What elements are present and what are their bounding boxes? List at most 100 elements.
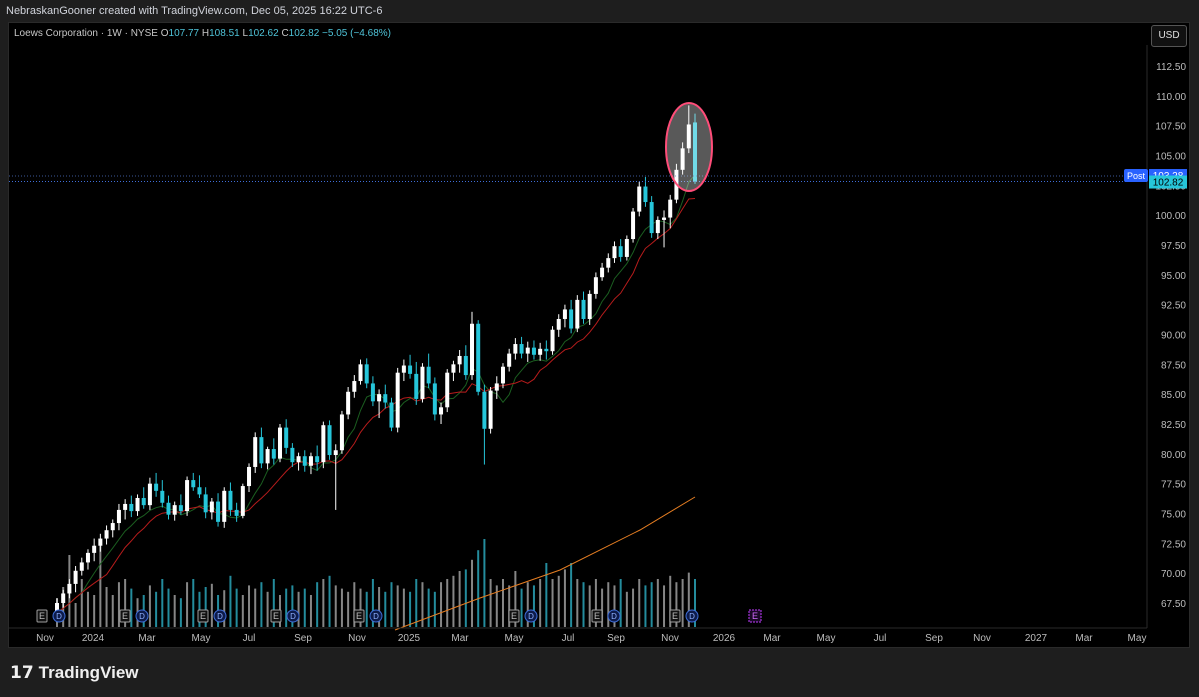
volume-bar xyxy=(80,579,83,627)
candle-body xyxy=(339,414,344,451)
candle-body xyxy=(123,503,128,510)
time-tick-label: Nov xyxy=(36,633,54,644)
price-tick-label: 92.50 xyxy=(1161,301,1186,312)
candle-body xyxy=(79,562,84,571)
volume-bar xyxy=(303,588,306,627)
dividend-marker-label: D xyxy=(139,612,145,621)
candle-body xyxy=(538,348,543,355)
time-tick-label: Jul xyxy=(874,633,887,644)
price-axis: 67.50 70.00 72.50 75.00 77.50 80.00 82.50 85.00… xyxy=(1146,45,1186,628)
candle-body xyxy=(135,497,140,512)
candlestick-chart[interactable]: 67.50 70.00 72.50 75.00 77.50 80.00 82.50 85.00… xyxy=(0,0,1199,697)
currency-button[interactable]: USD xyxy=(1151,25,1187,47)
candle-body xyxy=(581,299,586,319)
candle-body xyxy=(525,347,530,354)
candle-body xyxy=(191,480,196,488)
candle-body xyxy=(129,503,134,512)
volume-bar xyxy=(396,585,399,627)
candle-body xyxy=(104,530,109,539)
volume-bar xyxy=(570,563,573,627)
volume-bar xyxy=(663,585,666,627)
candle-body xyxy=(655,219,660,234)
earnings-marker-label: E xyxy=(39,611,45,621)
time-tick-label: May xyxy=(505,633,524,644)
change-value: −5.05 (−4.68%) xyxy=(322,28,391,39)
volume-bar xyxy=(644,585,647,627)
volume-bar xyxy=(619,579,622,627)
price-tick-label: 90.00 xyxy=(1161,331,1186,342)
price-tick-label: 95.00 xyxy=(1161,271,1186,282)
volume-bar xyxy=(111,595,114,627)
candle-body xyxy=(234,509,239,516)
candle-body xyxy=(593,277,598,294)
candle-body xyxy=(457,355,462,365)
candle-body xyxy=(383,394,388,403)
tradingview-logo[interactable]: 𝟭𝟳 TradingView xyxy=(10,663,139,683)
volume-bar xyxy=(458,571,461,627)
symbol-legend: Loews Corporation · 1W · NYSE O107.77 H1… xyxy=(14,28,391,39)
high-value: 108.51 xyxy=(209,28,240,39)
price-tick-label: 97.50 xyxy=(1161,241,1186,252)
volume-bar xyxy=(656,579,659,627)
candle-body xyxy=(612,246,617,259)
volume-bar xyxy=(632,588,635,627)
price-tick-label: 82.50 xyxy=(1161,420,1186,431)
candle-body xyxy=(147,483,152,506)
candle-body xyxy=(494,383,499,391)
last-price-label: 102.82 xyxy=(1153,178,1184,189)
candle-body xyxy=(395,372,400,428)
candle-body xyxy=(290,447,295,463)
candle-body xyxy=(513,344,518,354)
candle-body xyxy=(414,373,419,399)
candle-body xyxy=(172,505,177,515)
volume-bar xyxy=(415,579,418,627)
candle-body xyxy=(631,211,636,240)
candle-body xyxy=(352,381,357,392)
volume-bar xyxy=(148,585,151,627)
candle-body xyxy=(271,449,276,459)
post-label: Post xyxy=(1127,171,1146,181)
volume-bar xyxy=(316,582,319,627)
volume-bar xyxy=(74,603,77,627)
candle-body xyxy=(432,383,437,415)
candle-body xyxy=(377,394,382,402)
volume-bar xyxy=(483,539,486,627)
candle-body xyxy=(426,366,431,384)
earnings-marker-label: E xyxy=(200,611,206,621)
candle-body xyxy=(488,390,493,429)
time-tick-label: 2024 xyxy=(82,633,105,644)
candle-body xyxy=(618,246,623,257)
price-tick-label: 85.00 xyxy=(1161,390,1186,401)
candle-body xyxy=(482,391,487,429)
volume-bar xyxy=(241,595,244,627)
candle-body xyxy=(408,365,413,374)
candle-body xyxy=(160,490,165,503)
earnings-marker-label: E xyxy=(511,611,517,621)
dividend-marker-label: D xyxy=(217,612,223,621)
volume-bar xyxy=(489,579,492,627)
price-tick-label: 107.50 xyxy=(1155,122,1186,133)
volume-bar xyxy=(557,575,560,627)
price-tick-label: 112.50 xyxy=(1156,62,1186,73)
candle-body xyxy=(265,449,270,464)
volume-bar xyxy=(446,579,449,627)
candle-body xyxy=(389,402,394,428)
candle-body xyxy=(228,490,233,510)
time-tick-label: Jul xyxy=(243,633,256,644)
volume-bar xyxy=(650,582,653,627)
volume-bar xyxy=(260,582,263,627)
candle-body xyxy=(178,505,183,512)
volume-bar xyxy=(477,550,480,627)
volume-bar xyxy=(210,583,213,627)
volume-bar xyxy=(464,569,467,627)
time-tick-label: Sep xyxy=(294,633,312,644)
volume-bar xyxy=(179,598,182,627)
candle-body xyxy=(61,593,66,603)
close-label: C xyxy=(281,28,289,39)
volume-bar xyxy=(563,569,566,627)
time-tick-label: 2027 xyxy=(1025,633,1048,644)
volume-bar xyxy=(285,588,288,627)
candle-body xyxy=(277,427,282,459)
volume-bar xyxy=(409,591,412,627)
volume-bar xyxy=(638,579,641,627)
